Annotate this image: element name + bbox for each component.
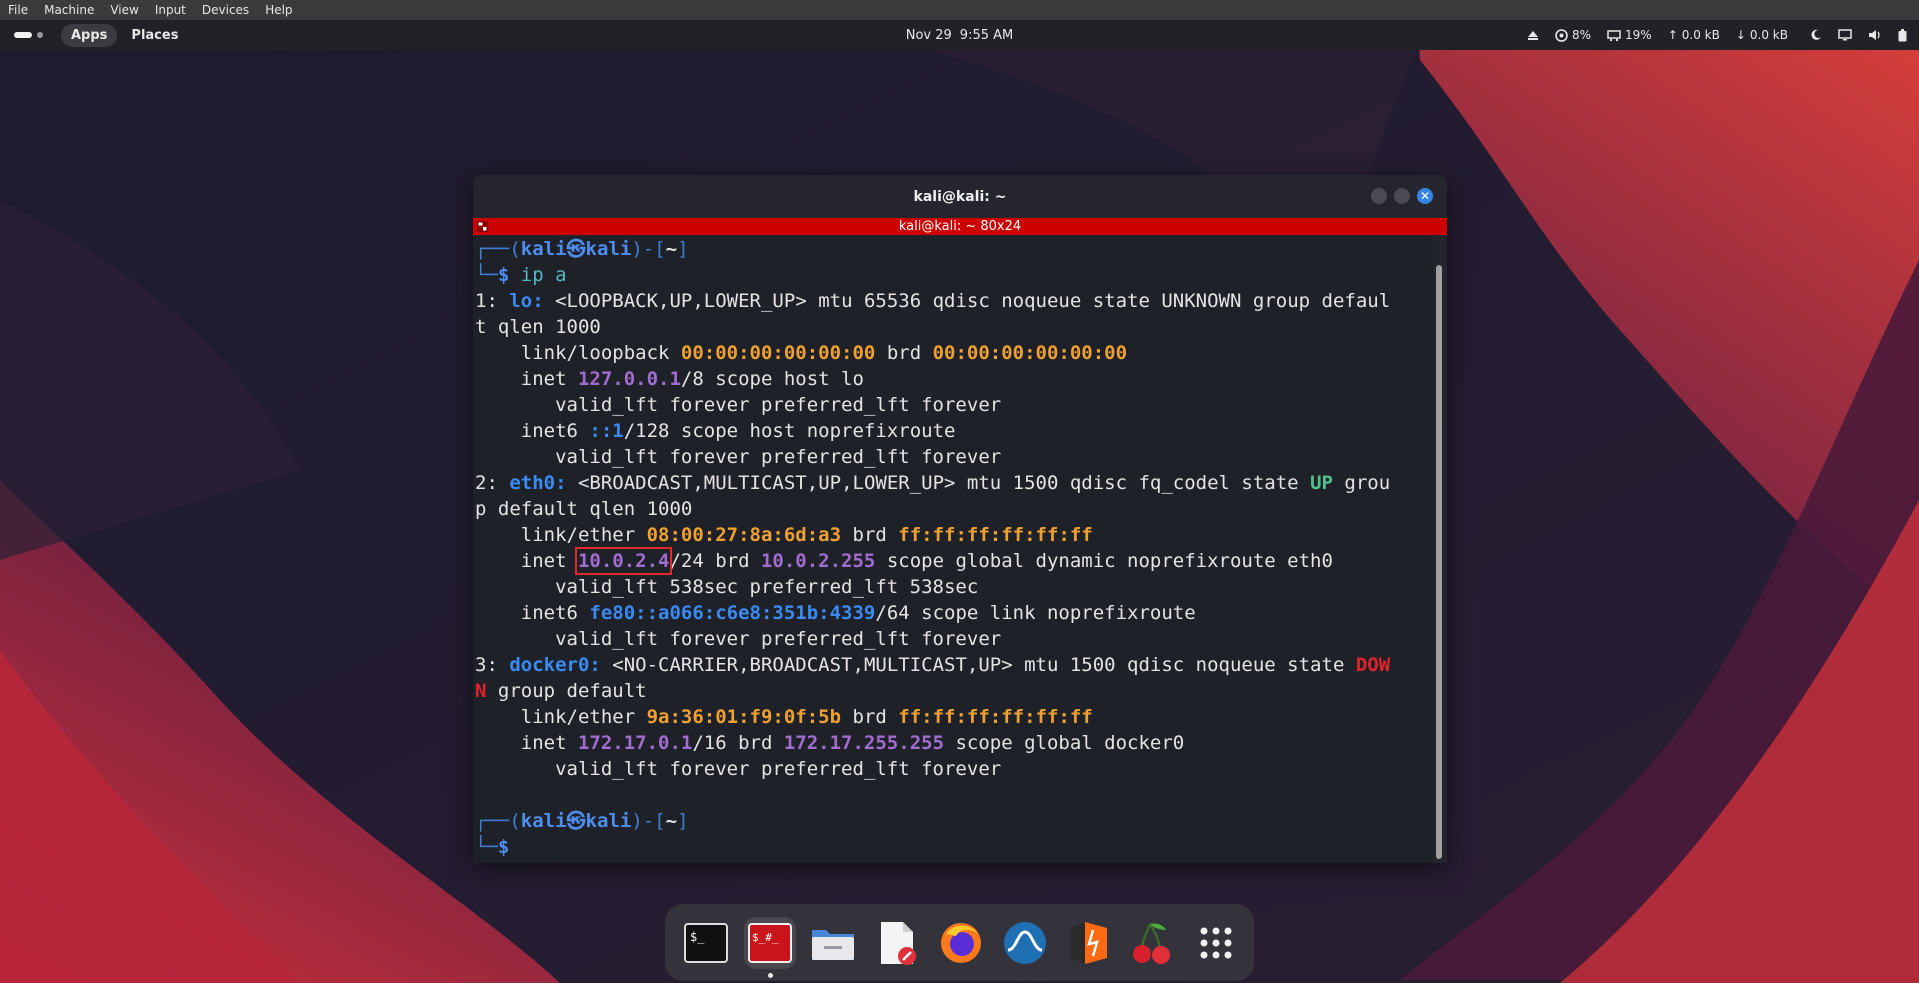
terminal-window[interactable]: kali@kali: ~ ✕ kali@kali: ~ 80x24 ┌──(ka… — [473, 175, 1447, 863]
menu-file[interactable]: File — [0, 3, 36, 17]
cpu-indicator[interactable]: 8% — [1555, 28, 1591, 42]
dock-burp-suite[interactable] — [1063, 917, 1115, 969]
eject-indicator[interactable] — [1527, 29, 1539, 41]
net-up-indicator[interactable]: ↑ 0.0 kB — [1668, 28, 1720, 42]
memory-icon — [1607, 30, 1621, 41]
speaker-icon — [1869, 30, 1880, 40]
menu-view[interactable]: View — [102, 3, 146, 17]
workspace-inactive-icon — [37, 32, 43, 38]
memory-indicator[interactable]: 19% — [1607, 28, 1652, 42]
terminal-tab-icon — [477, 221, 488, 232]
activities-indicator[interactable] — [14, 32, 43, 38]
menu-help[interactable]: Help — [257, 3, 300, 17]
window-title: kali@kali: ~ — [913, 188, 1007, 205]
arrow-down-icon: ↓ — [1735, 28, 1746, 42]
menu-devices[interactable]: Devices — [194, 3, 257, 17]
terminal-scrollbar[interactable] — [1436, 265, 1442, 859]
apps-menu-button[interactable]: Apps — [61, 23, 118, 47]
net-up-value: 0.0 kB — [1681, 28, 1720, 42]
running-indicator — [767, 972, 773, 978]
workspace-active-icon — [14, 32, 32, 38]
dock-firefox[interactable] — [935, 917, 987, 969]
highlighted-ip-address: 10.0.2.4 — [574, 547, 673, 575]
text-editor-icon — [881, 921, 917, 965]
current-prompt[interactable]: $ — [498, 836, 509, 858]
dock-wireshark[interactable] — [999, 917, 1051, 969]
net-down-value: 0.0 kB — [1749, 28, 1788, 42]
top-panel: Apps Places Nov 29 9:55 AM 8% 19% ↑ 0.0 … — [0, 20, 1919, 50]
cpu-icon — [1555, 28, 1568, 42]
interface-lo: lo: — [509, 290, 544, 312]
interface-eth0: eth0: — [509, 472, 567, 494]
arrow-up-icon: ↑ — [1667, 28, 1678, 42]
menu-input[interactable]: Input — [147, 3, 194, 17]
menu-machine[interactable]: Machine — [36, 3, 102, 17]
places-menu-button[interactable]: Places — [125, 24, 184, 47]
svg-text:$_: $_ — [690, 930, 705, 944]
interface-docker0: docker0: — [509, 654, 601, 676]
terminal-output[interactable]: ┌──(kali㉿kali)-[~] └─$ ip a 1: lo: <LOOP… — [473, 236, 1433, 863]
battery-icon — [1898, 28, 1907, 41]
dock-cherrytree[interactable] — [1126, 917, 1178, 969]
dock-show-apps[interactable] — [1190, 917, 1242, 969]
power-indicator[interactable] — [1898, 28, 1907, 42]
svg-text:$_#_: $_#_ — [752, 931, 779, 944]
dock: $_ $_#_ — [665, 904, 1254, 981]
clock-date: Nov 29 — [905, 27, 952, 43]
clock-time: 9:55 AM — [959, 27, 1014, 43]
dock-root-terminal[interactable]: $_#_ — [743, 916, 796, 978]
wireshark-icon — [1003, 921, 1046, 964]
eject-icon — [1527, 31, 1538, 40]
vm-host-menubar: File Machine View Input Devices Help — [0, 0, 1919, 20]
prompt-line-2: ┌──(kali㉿kali)-[~] — [475, 810, 689, 832]
dock-terminal[interactable]: $_ — [680, 917, 732, 969]
cpu-value: 8% — [1571, 28, 1592, 42]
screen-icon — [1838, 29, 1852, 41]
prompt-line: ┌──(kali㉿kali)-[~] — [475, 238, 689, 260]
command-text: ip a — [520, 264, 567, 286]
terminal-tab-title: kali@kali: ~ 80x24 — [898, 219, 1022, 234]
cherry-icon — [1133, 922, 1171, 964]
net-down-indicator[interactable]: ↓ 0.0 kB — [1736, 28, 1788, 42]
burp-suite-icon — [1070, 921, 1107, 964]
firefox-icon — [941, 922, 982, 963]
night-light-indicator[interactable] — [1810, 29, 1822, 41]
maximize-button[interactable] — [1394, 188, 1410, 204]
dock-files[interactable] — [808, 917, 860, 969]
folder-icon — [812, 929, 855, 960]
root-terminal-app-icon: $_#_ — [747, 922, 792, 963]
memory-value: 19% — [1625, 28, 1652, 42]
window-titlebar[interactable]: kali@kali: ~ ✕ — [473, 175, 1447, 218]
dock-text-editor[interactable] — [871, 917, 923, 969]
terminal-text: ┌──(kali㉿kali)-[~] └─$ ip a 1: lo: <LOOP… — [475, 238, 1391, 858]
display-indicator[interactable] — [1838, 29, 1852, 41]
app-grid-icon — [1200, 927, 1232, 958]
close-icon: ✕ — [1419, 189, 1431, 203]
volume-indicator[interactable] — [1868, 29, 1882, 41]
moon-icon — [1811, 29, 1821, 40]
minimize-button[interactable] — [1371, 188, 1387, 204]
terminal-app-icon: $_ — [683, 922, 728, 963]
close-button[interactable]: ✕ — [1417, 188, 1433, 204]
terminal-tab-bar[interactable]: kali@kali: ~ 80x24 — [473, 218, 1447, 235]
